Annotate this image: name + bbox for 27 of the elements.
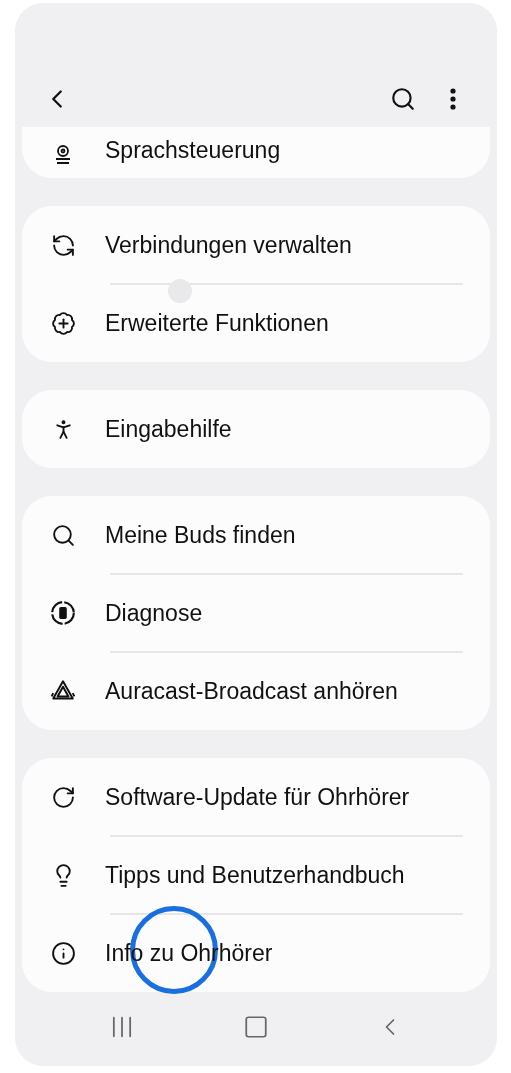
settings-item[interactable]: Software-Update für Ohrhörer [22,759,490,835]
item-label: Sprachsteuerung [105,135,281,165]
item-label: Erweiterte Funktionen [105,308,329,338]
item-label: Verbindungen verwalten [105,230,352,260]
item-label: Eingabehilfe [105,414,232,444]
search-icon [50,522,76,548]
settings-item[interactable]: Erweiterte Funktionen [22,285,490,361]
item-label: Meine Buds finden [105,520,296,550]
settings-item[interactable]: Eingabehilfe [22,391,490,467]
gear-plus-icon [50,310,76,336]
item-label: Tipps und Benutzerhandbuch [105,860,405,890]
battery-circle-icon [50,600,76,626]
info-icon [50,940,76,966]
settings-item[interactable]: Meine Buds finden [22,497,490,573]
sync-icon [50,232,76,258]
settings-item[interactable]: Auracast-Broadcast anhören [22,653,490,729]
search-icon [390,86,416,112]
settings-item[interactable]: Sprachsteuerung [22,127,490,177]
settings-item[interactable]: Verbindungen verwalten [22,207,490,283]
settings-item[interactable]: Tipps und Benutzerhandbuch [22,837,490,913]
item-label: Software-Update für Ohrhörer [105,782,410,812]
home-icon[interactable] [243,1014,269,1040]
more-options-icon [450,88,456,110]
item-label: Diagnose [105,598,203,628]
settings-item[interactable]: Diagnose [22,575,490,651]
refresh-icon [50,784,76,810]
item-label: Auracast-Broadcast anhören [105,676,398,706]
